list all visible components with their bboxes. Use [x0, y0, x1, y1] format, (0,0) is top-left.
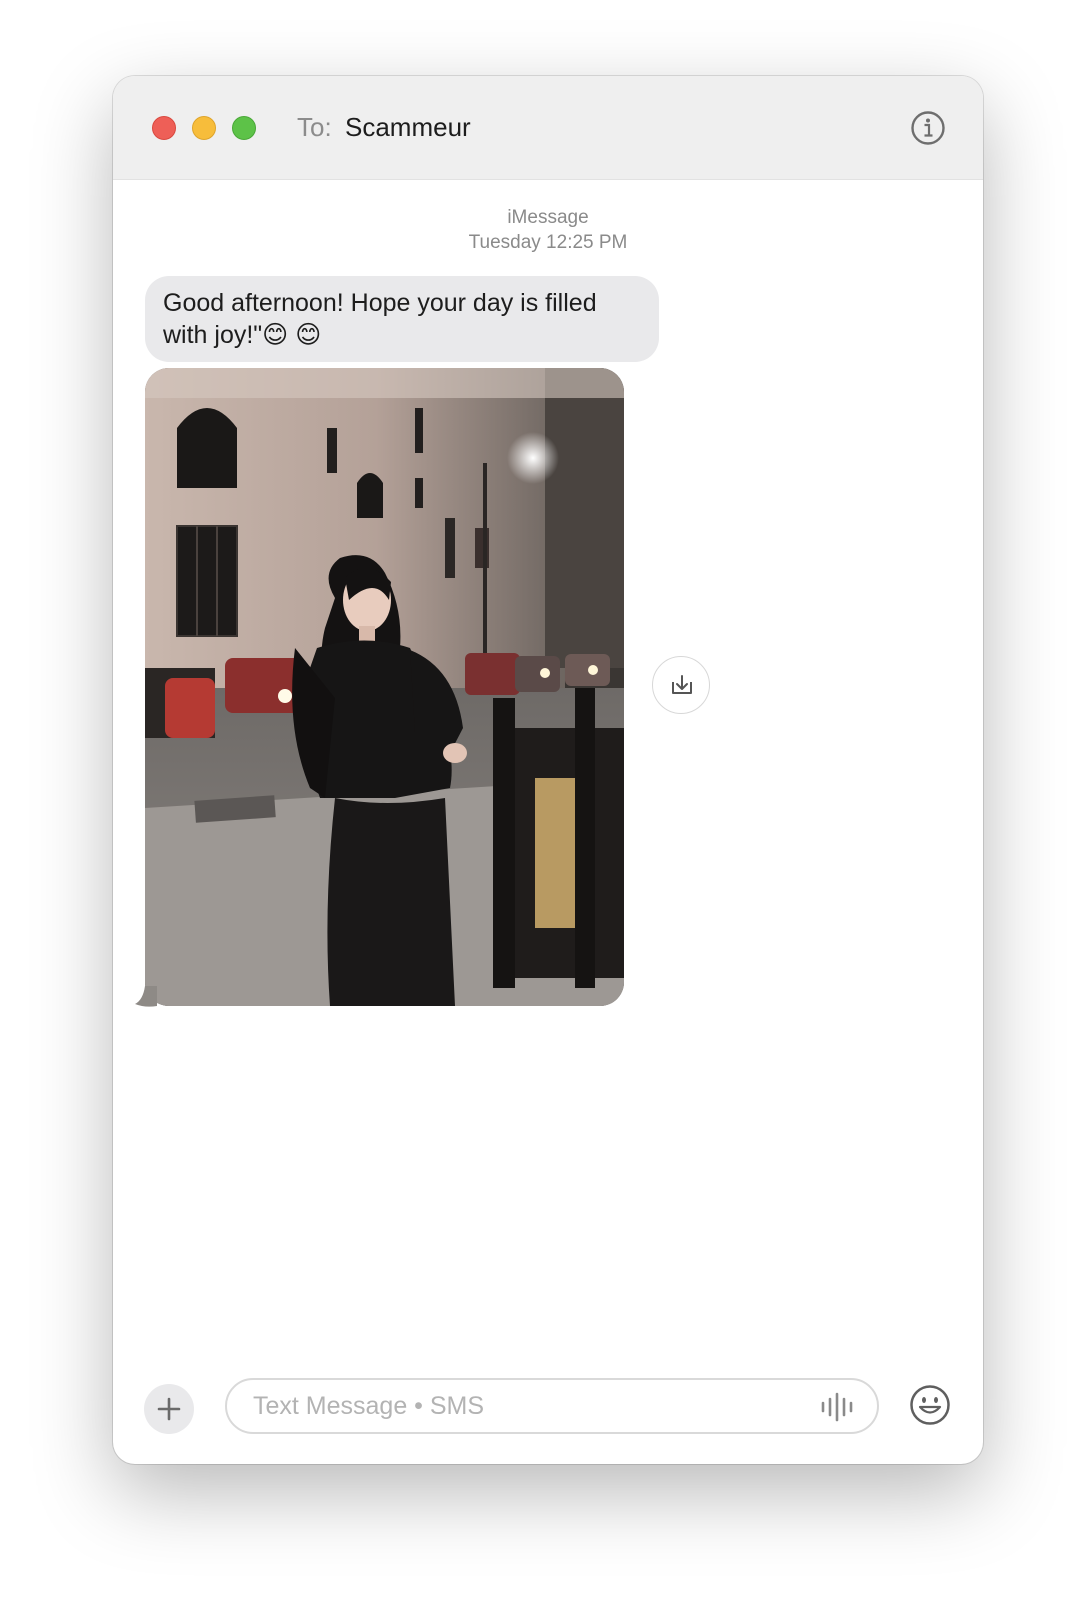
message-text: Good afternoon! Hope your day is filled …	[163, 289, 597, 349]
emoji-button[interactable]	[909, 1384, 951, 1426]
to-label: To:	[297, 112, 332, 142]
add-attachment-button[interactable]	[144, 1384, 194, 1434]
zoom-window-button[interactable]	[232, 116, 256, 140]
message-timestamp: Tuesday 12:25 PM	[468, 232, 628, 253]
service-label: iMessage	[507, 207, 589, 228]
message-input[interactable]: Text Message • SMS	[225, 1378, 879, 1434]
photo-image	[145, 368, 624, 1006]
titlebar: To: Scammeur	[113, 76, 983, 180]
incoming-message-bubble[interactable]: Good afternoon! Hope your day is filled …	[145, 276, 659, 362]
audio-waveform-icon[interactable]	[820, 1392, 856, 1422]
recipient-name[interactable]: Scammeur	[345, 112, 471, 143]
minimize-window-button[interactable]	[192, 116, 216, 140]
info-icon	[911, 111, 945, 145]
bubble-tail	[135, 986, 157, 1007]
info-button[interactable]	[910, 110, 946, 146]
close-window-button[interactable]	[152, 116, 176, 140]
save-attachment-button[interactable]	[652, 656, 710, 714]
messages-window: To: Scammeur iMessage Tuesday 12:25 PM G…	[113, 76, 983, 1464]
emoji-icon	[910, 1385, 950, 1425]
incoming-photo-attachment[interactable]	[145, 368, 624, 1006]
plus-icon	[157, 1397, 181, 1421]
save-to-downloads-icon	[672, 675, 692, 694]
message-input-placeholder: Text Message • SMS	[253, 1392, 485, 1420]
